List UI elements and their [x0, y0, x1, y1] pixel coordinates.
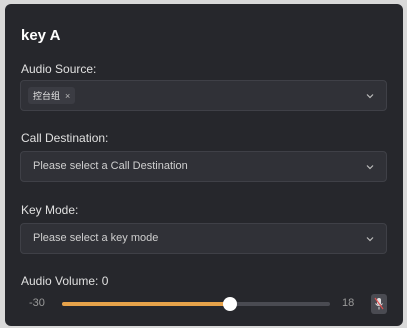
audio-source-tag-label: 控台组 — [33, 91, 61, 101]
audio-source-label: Audio Source: — [21, 62, 97, 76]
panel-title: key A — [21, 27, 61, 44]
volume-slider[interactable] — [62, 297, 330, 311]
volume-slider-thumb[interactable] — [222, 297, 237, 311]
call-destination-placeholder: Please select a Call Destination — [33, 160, 188, 172]
audio-volume-label: Audio Volume: 0 — [21, 274, 109, 288]
chevron-down-icon — [366, 94, 374, 99]
chevron-down-icon — [366, 237, 374, 242]
call-destination-select[interactable]: Please select a Call Destination — [20, 151, 387, 182]
volume-max-label: 18 — [342, 297, 355, 309]
key-mode-select[interactable]: Please select a key mode — [20, 223, 387, 254]
chevron-down-icon — [366, 165, 374, 170]
volume-slider-fill — [62, 302, 230, 306]
call-destination-label: Call Destination: — [21, 131, 109, 145]
tag-remove-icon[interactable]: × — [65, 91, 70, 101]
key-settings-panel: key A Audio Source: 控台组 × Call Destinati… — [5, 4, 403, 326]
key-mode-label: Key Mode: — [21, 203, 79, 217]
volume-min-label: -30 — [29, 297, 45, 309]
key-mode-placeholder: Please select a key mode — [33, 232, 159, 244]
mute-button[interactable] — [371, 294, 387, 314]
microphone-muted-icon — [374, 297, 384, 310]
audio-source-tag: 控台组 × — [28, 87, 76, 104]
audio-source-select[interactable]: 控台组 × — [20, 80, 387, 111]
